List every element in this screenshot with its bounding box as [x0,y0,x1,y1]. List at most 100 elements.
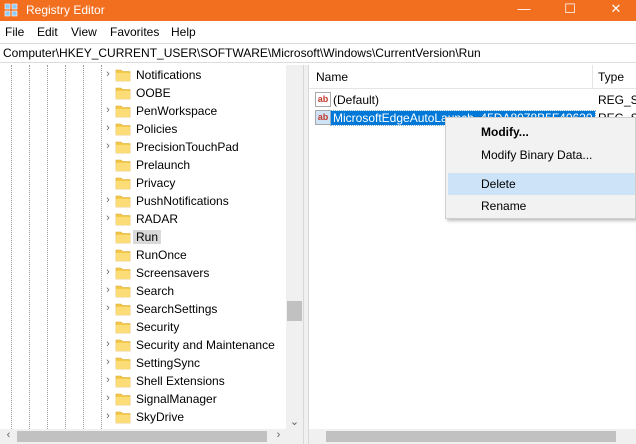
menu-view[interactable]: View [71,25,97,39]
tree-item-label: Notifications [136,68,202,82]
tree-item-runonce[interactable]: RunOnce [0,246,286,264]
expand-arrow-icon[interactable]: › [103,212,113,224]
folder-icon [115,411,131,424]
tree-item-label: OOBE [136,86,171,100]
tree-item-label: SettingSync [136,356,201,370]
close-button[interactable]: ✕ [594,0,636,21]
folder-icon [115,177,131,190]
tree-item-skydrive[interactable]: › SkyDrive [0,408,286,426]
menu-favorites[interactable]: Favorites [110,25,159,39]
tree-item-label: SkyDrive [136,410,185,424]
tree-vertical-scrollbar[interactable]: ⌄ [286,65,303,429]
tree-item-pushnotifications[interactable]: › PushNotifications [0,192,286,210]
expand-arrow-icon[interactable]: › [103,338,113,350]
tree-item-settingsync[interactable]: › SettingSync [0,354,286,372]
list-hscroll-thumb[interactable] [326,431,616,442]
tree-item-oobe[interactable]: OOBE [0,84,286,102]
menu-item-rename[interactable]: Rename [448,195,635,217]
column-header-name[interactable]: Name [316,70,348,84]
column-divider[interactable] [592,65,593,89]
tree-item-searchsettings[interactable]: › SearchSettings [0,300,286,318]
tree-item-label: Search [136,284,175,298]
folder-icon [115,105,131,118]
menu-item-label: Delete [481,177,516,191]
expand-arrow-icon[interactable]: › [103,68,113,80]
expand-arrow-icon[interactable]: › [103,302,113,314]
expand-arrow-icon[interactable]: › [103,410,113,422]
tree-item-radar[interactable]: › RADAR [0,210,286,228]
tree-item-security[interactable]: Security [0,318,286,336]
tree-item-label: RunOnce [136,248,187,262]
list-header: Name Type [309,65,636,89]
folder-icon [115,195,131,208]
value-row-default[interactable]: ab (Default) REG_SZ [309,91,636,109]
tree-item-privacy[interactable]: Privacy [0,174,286,192]
menu-item-modify-binary[interactable]: Modify Binary Data... [448,144,635,166]
tree-item-shell-extensions[interactable]: › Shell Extensions [0,372,286,390]
maximize-button[interactable]: ☐ [548,0,592,21]
folder-icon [115,159,131,172]
tree-horizontal-scrollbar[interactable]: ‹ › [0,429,303,444]
key-tree: › Notifications OOBE › PenWorkspace › Policies… [0,65,303,444]
tree-item-policies[interactable]: › Policies [0,120,286,138]
menu-item-delete[interactable]: Delete [448,173,635,195]
minimize-button[interactable]: — [502,0,546,21]
menu-item-label: Modify Binary Data... [481,148,593,162]
menu-help[interactable]: Help [171,25,196,39]
folder-icon [115,393,131,406]
expand-arrow-icon[interactable]: › [103,194,113,206]
value-name[interactable]: (Default) [333,93,379,107]
scroll-right-arrow-icon[interactable]: › [271,429,286,441]
folder-icon [115,249,131,262]
folder-icon [115,267,131,280]
tree-item-search[interactable]: › Search [0,282,286,300]
registry-path[interactable]: Computer\HKEY_CURRENT_USER\SOFTWARE\Micr… [3,46,481,60]
folder-icon [115,231,131,244]
tree-item-label: SignalManager [136,392,217,406]
expand-arrow-icon[interactable]: › [103,356,113,368]
tree-item-signalmanager[interactable]: › SignalManager [0,390,286,408]
menu-bar: File Edit View Favorites Help [0,21,636,43]
expand-arrow-icon[interactable]: › [103,104,113,116]
list-horizontal-scrollbar[interactable] [309,429,636,444]
tree-item-label: Policies [136,122,178,136]
tree-scroll-thumb[interactable] [287,301,302,321]
context-menu: Modify... Modify Binary Data... Delete R… [445,117,636,219]
tree-item-label: Shell Extensions [136,374,225,388]
menu-item-modify[interactable]: Modify... [448,121,635,143]
scroll-down-arrow-icon[interactable]: ⌄ [286,415,303,428]
tree-item-precisiontouchpad[interactable]: › PrecisionTouchPad [0,138,286,156]
tree-item-penworkspace[interactable]: › PenWorkspace [0,102,286,120]
expand-arrow-icon[interactable]: › [103,284,113,296]
folder-icon [115,87,131,100]
string-value-icon: ab [315,110,331,125]
expand-arrow-icon[interactable]: › [103,266,113,278]
menu-file[interactable]: File [5,25,24,39]
menu-item-label: Rename [481,199,527,213]
tree-item-label: Security and Maintenance [136,338,275,352]
expand-arrow-icon[interactable]: › [103,122,113,134]
tree-item-prelaunch[interactable]: Prelaunch [0,156,286,174]
menu-item-label: Modify... [481,125,529,139]
folder-icon [115,141,131,154]
folder-icon [115,123,131,136]
scroll-left-arrow-icon[interactable]: ‹ [1,429,16,441]
column-header-type[interactable]: Type [598,70,624,84]
expand-arrow-icon[interactable]: › [103,374,113,386]
tree-item-screensavers[interactable]: › Screensavers [0,264,286,282]
folder-icon [115,375,131,388]
address-bar[interactable]: Computer\HKEY_CURRENT_USER\SOFTWARE\Micr… [0,43,636,63]
tree-item-notifications[interactable]: › Notifications [0,66,286,84]
tree-item-security-and-maintenance[interactable]: › Security and Maintenance [0,336,286,354]
folder-icon [115,69,131,82]
tree-item-label: RADAR [136,212,179,226]
folder-icon [115,321,131,334]
expand-arrow-icon[interactable]: › [103,392,113,404]
tree-hscroll-thumb[interactable] [17,431,267,442]
expand-arrow-icon[interactable]: › [103,140,113,152]
tree-item-run[interactable]: Run [0,228,286,246]
string-value-icon: ab [315,92,331,107]
menu-edit[interactable]: Edit [37,25,58,39]
tree-item-label: PenWorkspace [136,104,218,118]
tree-item-label: Run [133,230,162,244]
